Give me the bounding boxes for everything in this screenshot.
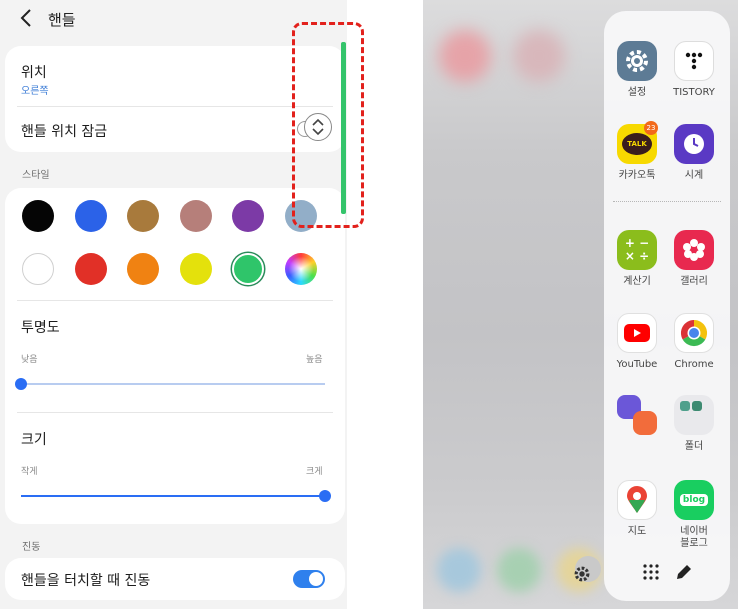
page-title: 핸들 bbox=[48, 11, 76, 29]
blurred-app bbox=[513, 30, 565, 82]
transparency-title: 투명도 bbox=[21, 320, 60, 336]
app-label: 지도 bbox=[627, 526, 647, 537]
naver-blog-icon: blog bbox=[674, 480, 714, 520]
app-label: 설정 bbox=[627, 87, 647, 98]
vibration-section-label: 진동 bbox=[22, 542, 41, 553]
divider bbox=[17, 300, 333, 301]
switch-knob bbox=[309, 572, 323, 586]
color-swatch-custom[interactable] bbox=[284, 253, 317, 285]
blurred-app bbox=[439, 30, 491, 82]
chrome-icon bbox=[674, 313, 714, 353]
edit-pencil-icon[interactable] bbox=[674, 562, 694, 582]
size-small-label: 작게 bbox=[21, 467, 38, 477]
size-thumb[interactable] bbox=[319, 490, 331, 502]
app-tistory[interactable]: TISTORY bbox=[664, 41, 724, 99]
folder-mini-app bbox=[680, 401, 690, 411]
tistory-icon bbox=[674, 41, 714, 81]
app-settings[interactable]: 설정 bbox=[607, 41, 667, 99]
style-section-label: 스타일 bbox=[22, 170, 50, 181]
transparency-high-label: 높음 bbox=[306, 355, 323, 365]
blog-bubble: blog bbox=[679, 494, 709, 506]
app-label: 계산기 bbox=[623, 276, 651, 287]
apps-grid-icon[interactable] bbox=[641, 562, 661, 582]
app-gallery[interactable]: 갤러리 bbox=[664, 230, 724, 288]
app-maps[interactable]: 지도 bbox=[607, 480, 667, 538]
app-label: 시계 bbox=[684, 170, 704, 181]
divider bbox=[17, 412, 333, 413]
color-swatch-green[interactable] bbox=[232, 253, 264, 285]
color-swatch-rose[interactable] bbox=[179, 200, 212, 232]
color-swatch-orange[interactable] bbox=[127, 253, 159, 285]
app-pair[interactable] bbox=[607, 395, 667, 441]
style-card: 투명도 낮음 높음 크기 작게 크게 bbox=[5, 188, 345, 524]
edge-panel-screen: 설정 TISTORY TALK 23 카카오톡 시계 + − × ÷ 계산기 갤… bbox=[423, 0, 738, 609]
blurred-app bbox=[437, 548, 481, 592]
transparency-track bbox=[21, 383, 325, 385]
color-swatch-black[interactable] bbox=[22, 200, 54, 232]
settings-gear-icon bbox=[617, 41, 657, 81]
app-label: 카카오톡 bbox=[618, 170, 656, 181]
size-large-label: 크게 bbox=[306, 467, 323, 477]
blurred-app bbox=[497, 548, 541, 592]
app-youtube[interactable]: YouTube bbox=[607, 313, 667, 371]
color-swatch-brown[interactable] bbox=[127, 200, 159, 232]
app-calculator[interactable]: + − × ÷ 계산기 bbox=[607, 230, 667, 288]
panel-separator bbox=[613, 201, 721, 203]
transparency-thumb[interactable] bbox=[15, 378, 27, 390]
app-label: YouTube bbox=[616, 359, 658, 370]
transparency-low-label: 낮음 bbox=[21, 355, 38, 365]
vibration-switch[interactable] bbox=[293, 570, 325, 588]
notification-badge: 23 bbox=[644, 121, 658, 135]
app-label: TISTORY bbox=[673, 87, 715, 98]
youtube-icon bbox=[617, 313, 657, 353]
gallery-flower-icon bbox=[674, 230, 714, 270]
kakaotalk-bubble: TALK bbox=[622, 133, 652, 155]
app-pair-icon bbox=[617, 395, 657, 435]
app-label: 갤러리 bbox=[680, 276, 708, 287]
folder-icon bbox=[674, 395, 714, 435]
notes-icon bbox=[633, 411, 657, 435]
color-swatch-blue[interactable] bbox=[74, 200, 107, 232]
lock-title: 핸들 위치 잠금 bbox=[21, 124, 108, 140]
app-chrome[interactable]: Chrome bbox=[664, 313, 724, 371]
back-arrow-icon[interactable] bbox=[18, 8, 36, 28]
app-label: 네이버 블로그 bbox=[680, 526, 708, 549]
kakaotalk-icon: TALK 23 bbox=[617, 121, 658, 164]
size-track bbox=[21, 495, 325, 497]
calculator-icon: + − × ÷ bbox=[617, 230, 657, 270]
vibration-title: 핸들을 터치할 때 진동 bbox=[21, 573, 151, 589]
vibration-card: 핸들을 터치할 때 진동 bbox=[5, 558, 345, 600]
maps-pin-icon bbox=[617, 480, 657, 520]
app-label: Chrome bbox=[674, 359, 714, 370]
app-clock[interactable]: 시계 bbox=[664, 124, 724, 182]
app-kakaotalk[interactable]: TALK 23 카카오톡 bbox=[607, 121, 667, 182]
app-naver-blog[interactable]: blog 네이버 블로그 bbox=[664, 480, 724, 550]
color-swatch-yellow[interactable] bbox=[179, 253, 212, 285]
gear-icon bbox=[574, 566, 590, 582]
app-folder[interactable]: 폴더 bbox=[664, 395, 724, 453]
folder-mini-app bbox=[692, 401, 702, 411]
clock-icon bbox=[674, 124, 714, 164]
color-swatch-purple[interactable] bbox=[232, 200, 264, 232]
position-value: 오른쪽 bbox=[21, 86, 49, 97]
app-label: 폴더 bbox=[684, 441, 704, 452]
position-title: 위치 bbox=[21, 65, 47, 81]
size-title: 크기 bbox=[21, 432, 47, 448]
color-swatch-white[interactable] bbox=[22, 253, 54, 285]
highlight-dashed-box bbox=[292, 22, 364, 228]
color-swatch-red[interactable] bbox=[74, 253, 107, 285]
